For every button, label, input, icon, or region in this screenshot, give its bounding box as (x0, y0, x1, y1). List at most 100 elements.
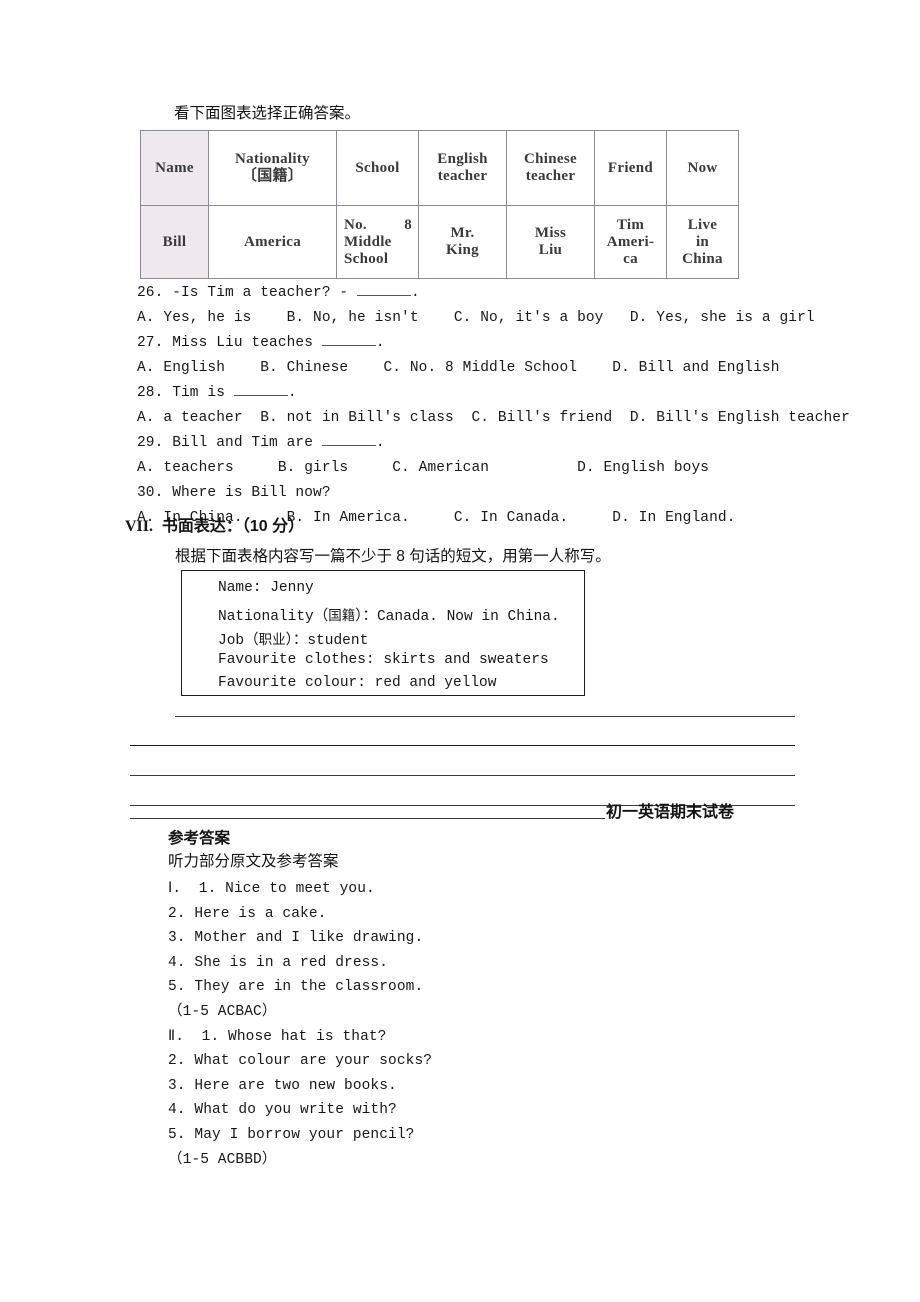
question-27-stem-end: . (375, 335, 385, 351)
jenny-row-job-post: ）：student (285, 633, 369, 649)
header-chinese-teacher-text: teacher (525, 168, 576, 184)
answer-line: Ⅱ. 1. Whose hat is that? (168, 1028, 387, 1045)
question-29-stem-text: 29. Bill and Tim are (137, 435, 322, 451)
jenny-row-colour-text: Favourite colour: red and yellow (218, 675, 497, 691)
header-english-text: English (437, 151, 488, 167)
question-27-stem-text: 27. Miss Liu teaches (137, 335, 322, 351)
header-cell-now: Now (666, 130, 739, 206)
cell-friend-line2: Ameri- (606, 233, 655, 250)
answer-line: 4. What do you write with? (168, 1102, 397, 1119)
info-table: Name Nationality 〔国籍〕 School English tea… (140, 130, 739, 279)
answer-line: 3. Mother and I like drawing. (168, 930, 424, 947)
cell-chinese-line1: Miss (534, 225, 567, 241)
question-30-stem: 30. Where is Bill now? (137, 485, 331, 501)
cell-chinese-teacher: Miss Liu (506, 205, 595, 279)
answer-line: 5. May I borrow your pencil? (168, 1126, 415, 1143)
question-29-blank[interactable] (321, 433, 376, 446)
question-28-stem: 28. Tim is . (137, 381, 837, 406)
cell-friend-line3: ca (623, 250, 638, 267)
answer-line: （1-5 ACBAC） (168, 1003, 277, 1020)
table-row: Bill America No. 8 Middle School Mr. Kin… (140, 205, 739, 279)
question-27-stem: 27. Miss Liu teaches . (137, 331, 837, 356)
cell-name-text: Bill (162, 233, 187, 250)
cell-english-line1: Mr. (450, 225, 475, 241)
question-26-stem-end: . (411, 285, 420, 301)
header-name-text: Name (155, 159, 194, 176)
question-29-stem-end: . (375, 435, 385, 451)
cell-school-line3: School (344, 250, 389, 267)
cell-now-line2: in (695, 233, 710, 250)
jenny-row-job: Job（职业）：student (218, 628, 368, 649)
table-header-row: Name Nationality 〔国籍〕 School English tea… (140, 130, 739, 206)
cell-nationality-text: America (243, 233, 302, 250)
question-27-options[interactable]: A. English B. Chinese C. No. 8 Middle Sc… (137, 356, 837, 381)
jenny-row-clothes: Favourite clothes: skirts and sweaters (218, 652, 549, 668)
cell-school-line1: No. 8 (344, 216, 412, 233)
question-28-blank[interactable] (233, 383, 288, 396)
question-29-stem: 29. Bill and Tim are . (137, 431, 837, 456)
cell-name: Bill (140, 205, 209, 279)
writing-line-1[interactable] (175, 716, 795, 717)
answer-line: 2. What colour are your socks? (168, 1053, 433, 1070)
answer-key-heading: 参考答案 (168, 830, 231, 847)
header-cell-name: Name (140, 130, 209, 206)
jenny-row-nationality: Nationality（国籍）：Canada. Now in China. (218, 604, 560, 625)
cell-nationality: America (208, 205, 337, 279)
cell-now-line1: Live (687, 216, 718, 233)
answer-line: 2. Here is a cake. (168, 905, 327, 922)
cell-chinese-line2: Liu (538, 242, 563, 258)
header-now-text: Now (687, 159, 718, 176)
cell-english-teacher: Mr. King (418, 205, 507, 279)
section-vii-title: 书面表达：（10 分） (161, 518, 305, 535)
question-28-options[interactable]: A. a teacher B. not in Bill's class C. B… (137, 406, 850, 431)
question-26-stem: 26. -Is Tim a teacher? - . (137, 281, 837, 306)
question-29-options[interactable]: A. teachers B. girls C. American D. Engl… (137, 456, 837, 481)
jenny-row-job-cn: 职业 (258, 632, 286, 647)
writing-line-2[interactable] (130, 745, 795, 746)
jenny-row-clothes-text: Favourite clothes: skirts and sweaters (218, 652, 549, 668)
header-cell-school: School (336, 130, 419, 206)
jenny-row-name: Name: Jenny (218, 580, 314, 596)
header-friend-text: Friend (607, 159, 654, 176)
question-27-blank[interactable] (321, 333, 376, 346)
answer-line: Ⅰ. 1. Nice to meet you. (168, 881, 375, 897)
header-nationality-cn-text: 〔国籍〕 (241, 168, 304, 184)
jenny-row-job-pre: Job（ (218, 633, 259, 649)
cell-friend: Tim Ameri- ca (594, 205, 667, 279)
cell-english-line2: King (446, 242, 479, 258)
question-26-blank[interactable] (357, 283, 412, 296)
question-26-options[interactable]: A. Yes, he is B. No, he isn't C. No, it'… (137, 306, 837, 331)
jenny-row-colour: Favourite colour: red and yellow (218, 675, 496, 691)
section-vii-heading: VII. 书面表达：（10 分） (125, 516, 304, 538)
section-vii-numeral: VII. (125, 518, 154, 535)
answer-key-subheading: 听力部分原文及参考答案 (168, 853, 339, 870)
question-28-stem-text: 28. Tim is (137, 385, 234, 401)
writing-prompt: 根据下面表格内容写一篇不少于 8 句话的短文，用第一人称写。 (175, 548, 611, 565)
jenny-info-box: Name: Jenny Nationality（国籍）：Canada. Now … (181, 570, 585, 696)
answer-line: （1-5 ACBBD） (168, 1151, 277, 1168)
answer-line: 4. She is in a red dress. (168, 954, 389, 971)
table-instruction: 看下面图表选择正确答案。 (174, 105, 361, 122)
header-cell-english-teacher: English teacher (418, 130, 507, 206)
cell-friend-line1: Tim (616, 216, 645, 233)
header-english-teacher-text: teacher (437, 168, 488, 184)
jenny-row-nationality-pre: Nationality（ (218, 609, 329, 625)
cell-now-line3: China (682, 250, 723, 267)
cell-now: Live in China (666, 205, 739, 279)
cell-school-line2: Middle (344, 233, 392, 250)
writing-line-3[interactable] (130, 775, 795, 776)
answer-key-list: Ⅰ. 1. Nice to meet you. 2. Here is a cak… (168, 877, 768, 1172)
header-nationality-text: Nationality (235, 151, 310, 167)
header-cell-nationality: Nationality 〔国籍〕 (208, 130, 337, 206)
question-list: 26. -Is Tim a teacher? - . A. Yes, he is… (137, 281, 850, 531)
footer-title: 初一英语期末试卷 (606, 804, 735, 821)
jenny-row-name-text: Name: Jenny (218, 580, 314, 596)
jenny-row-nationality-cn: 国籍 (328, 608, 356, 623)
footer-rule (130, 818, 605, 819)
answer-line: 3. Here are two new books. (168, 1077, 397, 1094)
question-26-stem-text: 26. -Is Tim a teacher? - (137, 285, 358, 301)
header-school-text: School (355, 159, 400, 176)
jenny-row-nationality-post: ）：Canada. Now in China. (355, 609, 560, 625)
header-chinese-text: Chinese (524, 151, 577, 167)
answer-line: 5. They are in the classroom. (168, 979, 424, 996)
